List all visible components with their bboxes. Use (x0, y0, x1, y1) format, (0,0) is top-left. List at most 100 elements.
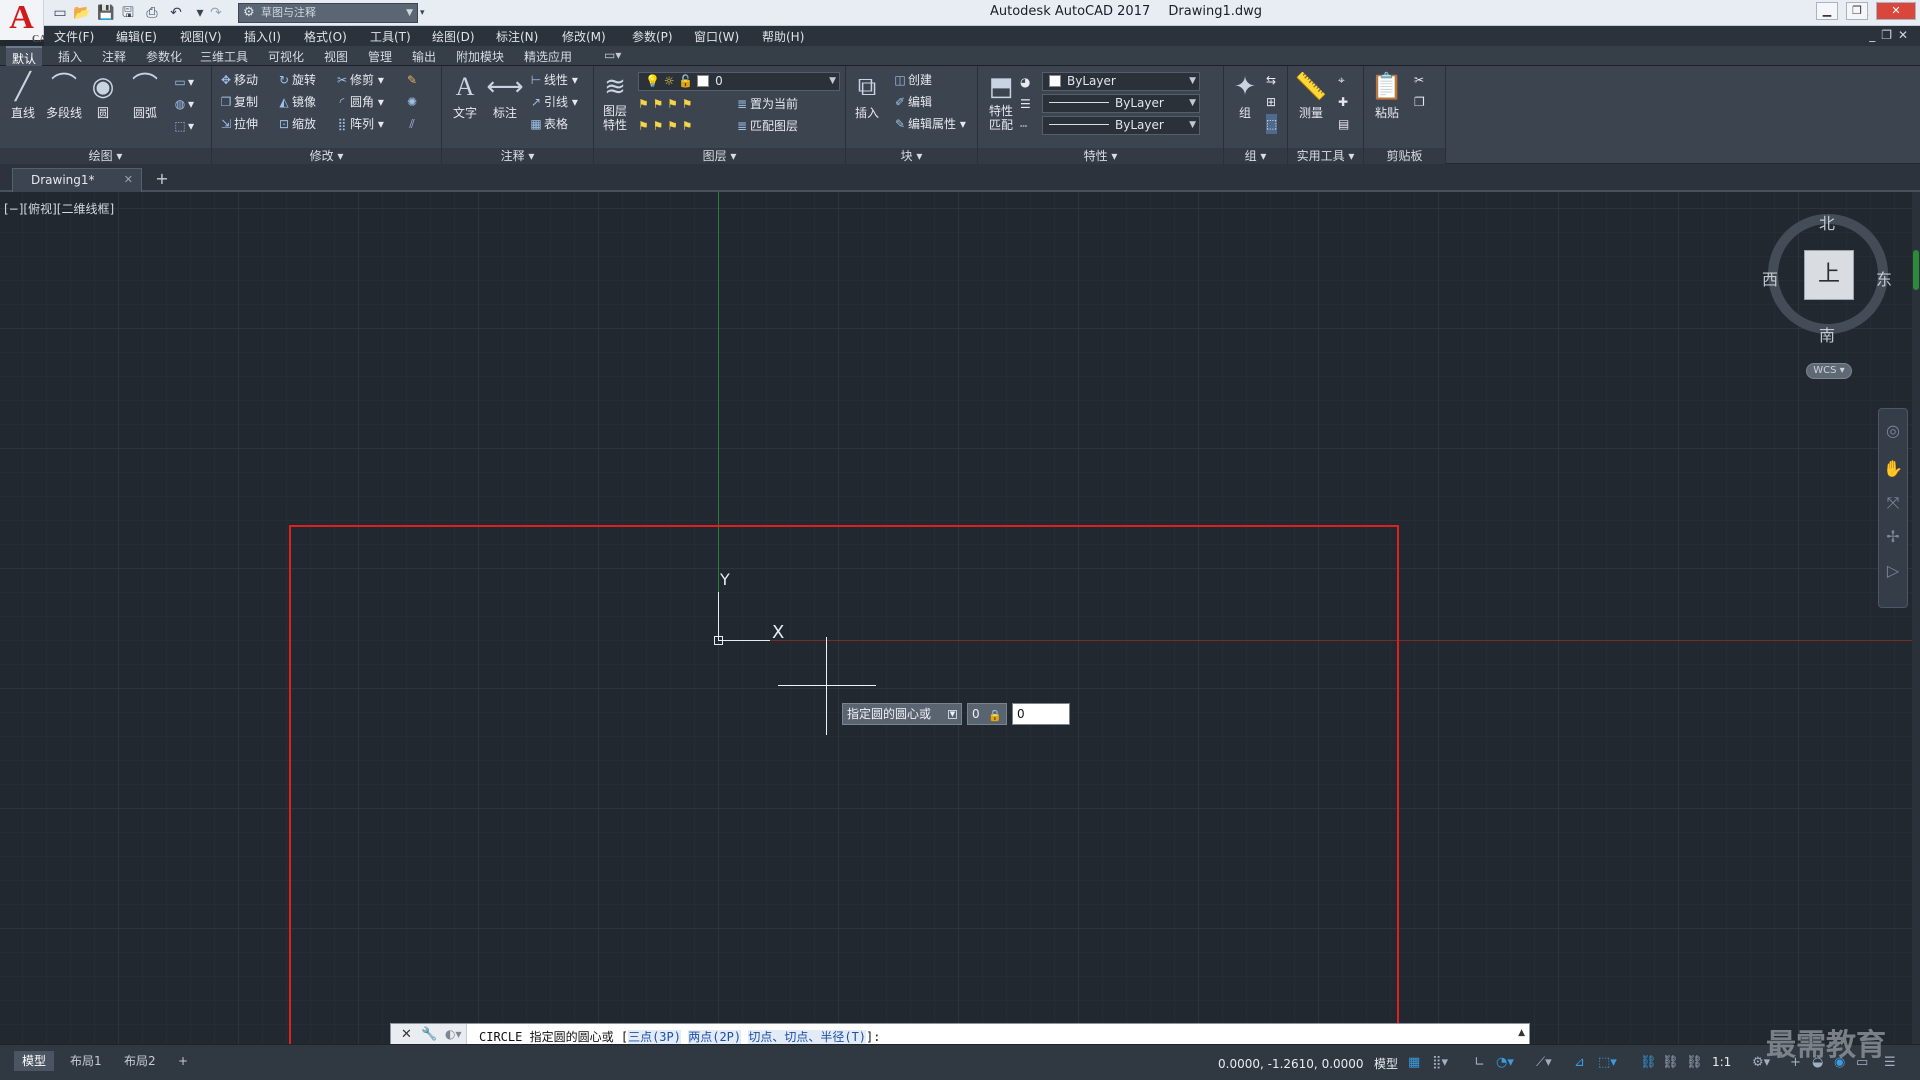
annotation-visibility-icon[interactable]: ⛓ (1640, 1055, 1657, 1070)
paste-button[interactable]: 📋 粘贴 (1368, 70, 1406, 121)
menu-file[interactable]: 文件(F) (54, 28, 94, 45)
close-icon[interactable]: ✕ (124, 169, 133, 191)
menu-edit[interactable]: 编辑(E) (116, 28, 157, 45)
arc-button[interactable]: ⌒ 圆弧 (126, 70, 164, 121)
group-select-icon[interactable]: ⬚ (1266, 114, 1278, 134)
polyline-button[interactable]: ⌒ 多段线 (42, 70, 86, 121)
annotation-scale-icon[interactable]: ⛓ (1686, 1055, 1703, 1070)
object-snap-icon[interactable]: ⊿ (1574, 1055, 1585, 1070)
hatch-button[interactable]: ◍ ▾ (172, 94, 194, 114)
fillet-button[interactable]: ◜ 圆角 ▾ (334, 92, 384, 112)
tab-output[interactable]: 输出 (412, 48, 436, 65)
tab-parametric[interactable]: 参数化 (146, 48, 182, 65)
mirror-button[interactable]: ◭ 镜像 (276, 92, 316, 112)
lineweight-select[interactable]: ByLayer ▼ (1042, 94, 1200, 113)
menu-insert[interactable]: 插入(I) (244, 28, 281, 45)
menu-window[interactable]: 窗口(W) (694, 28, 739, 45)
layout-tab-layout2[interactable]: 布局2 (116, 1051, 164, 1071)
option-3p[interactable]: 三点(3P) (628, 1030, 681, 1044)
viewcube-west[interactable]: 西 (1762, 266, 1778, 290)
tab-visualize[interactable]: 可视化 (268, 48, 304, 65)
color-select[interactable]: ByLayer ▼ (1042, 72, 1200, 91)
move-button[interactable]: ✥ 移动 (218, 70, 258, 90)
scale-button[interactable]: ⊡ 缩放 (276, 114, 316, 134)
isodraft-icon[interactable]: ⟋▾ (1536, 1055, 1552, 1070)
viewport-controls[interactable]: [−][俯视][二维线框] (4, 200, 114, 217)
boundary-button[interactable]: ⬚ ▾ (172, 116, 194, 136)
set-current-button[interactable]: ≣ 置为当前 (734, 94, 798, 114)
drawing-canvas[interactable]: [−][俯视][二维线框] Y X 指定圆的圆心或 ▼ 0 🔒 0 上 北 南 … (0, 192, 1920, 1044)
rectangle-button[interactable]: ▭ ▾ (172, 72, 194, 92)
layer-properties-button[interactable]: ≋ 图层 特性 (596, 70, 634, 132)
panel-annotation-title[interactable]: 注释 ▾ (442, 148, 593, 164)
group-button[interactable]: ✦ 组 (1226, 70, 1264, 121)
viewcube-south[interactable]: 南 (1819, 322, 1835, 346)
menu-format[interactable]: 格式(O) (304, 28, 347, 45)
new-tab-button[interactable]: + (150, 170, 174, 190)
save-icon[interactable]: 💾 (96, 3, 116, 23)
panel-layers-title[interactable]: 图层 ▾ (594, 148, 845, 164)
id-point-icon[interactable]: ⌖ (1338, 70, 1345, 90)
tab-default[interactable]: 默认 (6, 46, 43, 66)
layer-tools-row2[interactable]: ⚑ ⚑ ⚑ ⚑ (638, 116, 692, 136)
close-icon[interactable]: ✕ (401, 1027, 412, 1042)
annotation-scale[interactable]: 1:1 (1712, 1055, 1731, 1069)
recent-commands-icon[interactable]: ◐▾ (445, 1027, 462, 1041)
model-space-button[interactable]: 模型 (1374, 1055, 1398, 1072)
maximize-button[interactable]: ❐ (1846, 2, 1868, 20)
tab-annotate[interactable]: 注释 (102, 48, 126, 65)
panel-modify-title[interactable]: 修改 ▾ (212, 148, 441, 164)
polar-icon[interactable]: ◔▾ (1496, 1055, 1514, 1070)
line-button[interactable]: ╱ 直线 (4, 70, 42, 121)
linetype-icon[interactable]: ┄ (1020, 116, 1027, 136)
minimize-button[interactable]: ▁ (1816, 2, 1838, 20)
quick-select-icon[interactable]: ✚ (1338, 92, 1348, 112)
ribbon-minimize-icon[interactable]: ▭▾ (604, 48, 621, 62)
match-properties-button[interactable]: ⬒ 特性 匹配 (982, 70, 1020, 132)
stretch-button[interactable]: ⇲ 拉伸 (218, 114, 258, 134)
panel-clipboard-title[interactable]: 剪贴板 (1364, 148, 1445, 164)
panel-groups-title[interactable]: 组 ▾ (1224, 148, 1287, 164)
edit-attribute-button[interactable]: ✎ 编辑属性 ▾ (892, 114, 966, 134)
file-tab-drawing1[interactable]: Drawing1* ✕ (12, 168, 142, 192)
circle-button[interactable]: ◉ 圆 (84, 70, 122, 121)
tab-view[interactable]: 视图 (324, 48, 348, 65)
cut-icon[interactable]: ✂ (1414, 70, 1424, 90)
zoom-extents-icon[interactable]: ⤧ (1879, 493, 1907, 513)
pan-icon[interactable]: ✋ (1879, 459, 1907, 478)
insert-block-button[interactable]: ⧉ 插入 (848, 70, 886, 121)
auto-scale-icon[interactable]: ⛓ (1662, 1055, 1679, 1070)
menu-tools[interactable]: 工具(T) (370, 28, 411, 45)
print-icon[interactable]: ⎙ (142, 3, 162, 23)
tab-insert[interactable]: 插入 (58, 48, 82, 65)
tab-featured-apps[interactable]: 精选应用 (524, 48, 572, 65)
option-2p[interactable]: 两点(2P) (688, 1030, 742, 1044)
menu-draw[interactable]: 绘图(D) (432, 28, 475, 45)
save-as-icon[interactable]: 🖫 (118, 3, 138, 23)
trim-button[interactable]: ✂ 修剪 ▾ (334, 70, 384, 90)
grid-icon[interactable]: ▦ (1408, 1055, 1420, 1070)
layout-tab-layout1[interactable]: 布局1 (62, 1051, 110, 1071)
add-layout-button[interactable]: + (170, 1051, 196, 1071)
tab-addins[interactable]: 附加模块 (456, 48, 504, 65)
edit-block-button[interactable]: ✐ 编辑 (892, 92, 932, 112)
open-file-icon[interactable]: 📂 (72, 3, 92, 23)
layer-tools-row1[interactable]: ⚑ ⚑ ⚑ ⚑ (638, 94, 692, 114)
steering-wheel-icon[interactable]: ◎ (1879, 421, 1907, 440)
lineweight-icon[interactable]: ☰ (1020, 94, 1031, 114)
tab-3d-tools[interactable]: 三维工具 (200, 48, 248, 65)
group-edit-icon[interactable]: ⊞ (1266, 92, 1276, 112)
dimension-button[interactable]: ⟷ 标注 (486, 70, 524, 121)
color-wheel-icon[interactable]: ◕ (1020, 72, 1030, 92)
ungroup-icon[interactable]: ⇆ (1266, 70, 1276, 90)
viewcube-east[interactable]: 东 (1876, 266, 1892, 290)
panel-draw-title[interactable]: 绘图 ▾ (0, 148, 211, 164)
menu-dimension[interactable]: 标注(N) (496, 28, 538, 45)
menu-help[interactable]: 帮助(H) (762, 28, 804, 45)
erase-button[interactable]: ✎ (404, 70, 420, 90)
offset-button[interactable]: ⫽ (404, 114, 420, 134)
orbit-icon[interactable]: ✢ (1879, 527, 1907, 546)
showmotion-icon[interactable]: ▷ (1879, 561, 1907, 580)
workspace-select[interactable]: ⚙ 草图与注释 ▼ (238, 3, 418, 23)
table-button[interactable]: ▦ 表格 (528, 114, 568, 134)
